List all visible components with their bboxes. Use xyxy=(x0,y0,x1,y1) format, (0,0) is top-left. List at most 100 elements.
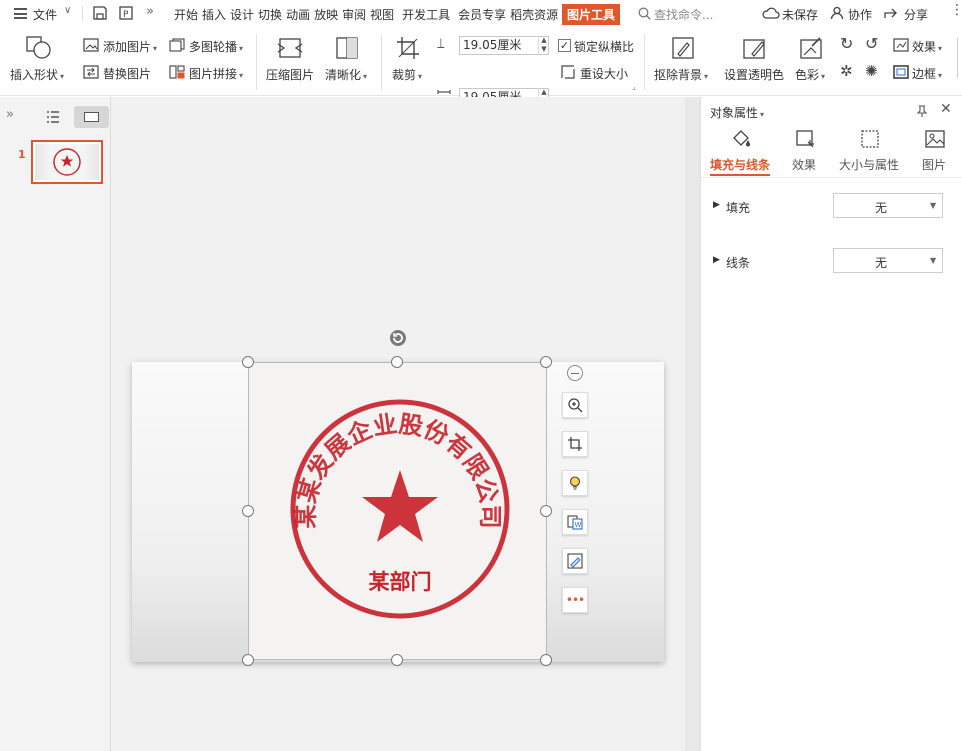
effects-icon[interactable] xyxy=(893,38,909,52)
color-button[interactable]: 色彩▾ xyxy=(795,66,825,83)
outline-view-icon[interactable] xyxy=(46,111,60,123)
resize-handle-right[interactable] xyxy=(540,505,552,517)
more-tools-button[interactable]: ••• xyxy=(562,587,588,613)
export-icon[interactable]: P xyxy=(118,5,134,21)
tab-effects[interactable]: 效果 xyxy=(792,156,816,173)
carousel-icon[interactable] xyxy=(169,38,185,52)
rotate-right-icon[interactable]: ↺ xyxy=(865,34,878,53)
crop-button[interactable]: 裁剪▾ xyxy=(392,66,422,83)
search-input[interactable]: 查找命令... xyxy=(654,6,713,23)
effects-button[interactable]: 效果▾ xyxy=(912,38,942,55)
add-image-button[interactable]: 添加图片▾ xyxy=(103,38,157,55)
set-transparent-button[interactable]: 设置透明色 xyxy=(724,66,784,83)
set-transparent-icon[interactable] xyxy=(742,36,766,60)
panel-title[interactable]: 对象属性▾ xyxy=(710,104,764,121)
image-to-word-button[interactable]: W xyxy=(562,509,588,535)
reset-size-button[interactable]: 重设大小 xyxy=(580,65,628,82)
multi-carousel-button[interactable]: 多图轮播▾ xyxy=(189,38,243,55)
tab-daoke[interactable]: 稻壳资源 xyxy=(510,6,558,23)
replace-image-icon[interactable] xyxy=(83,65,99,79)
image-stitch-button[interactable]: 图片拼接▾ xyxy=(189,65,243,82)
tab-insert[interactable]: 插入 xyxy=(202,6,226,23)
sharpen-button[interactable]: 清晰化▾ xyxy=(325,66,367,83)
tab-view[interactable]: 视图 xyxy=(370,6,394,23)
sharpen-icon[interactable] xyxy=(335,36,359,60)
remove-background-button[interactable]: 抠除背景▾ xyxy=(654,66,708,83)
tab-picture-tools[interactable]: 图片工具 xyxy=(562,4,620,25)
add-image-icon[interactable] xyxy=(83,38,99,52)
rotate-handle-icon[interactable] xyxy=(388,328,408,348)
file-menu[interactable]: 文件 xyxy=(33,6,57,23)
color-icon[interactable] xyxy=(799,36,823,60)
tab-fill-line[interactable]: 填充与线条 xyxy=(710,156,770,173)
editing-canvas[interactable]: 某某发展企业股份有限公司 某部门 xyxy=(111,97,685,751)
tab-start[interactable]: 开始 xyxy=(174,6,198,23)
expand-line-icon[interactable]: ▶ xyxy=(713,255,720,265)
tab-member[interactable]: 会员专享 xyxy=(458,6,506,23)
resize-handle-top-right[interactable] xyxy=(540,356,552,368)
height-input[interactable]: 19.05厘米 xyxy=(459,36,549,55)
height-stepper[interactable]: ▲▼ xyxy=(538,36,549,55)
crop-tool-button[interactable] xyxy=(562,431,588,457)
stitch-icon[interactable] xyxy=(169,65,185,79)
reset-size-icon[interactable] xyxy=(561,65,575,79)
compress-image-icon[interactable] xyxy=(277,36,303,60)
remove-background-icon[interactable] xyxy=(671,36,695,60)
lock-ratio-checkbox[interactable]: ✓ xyxy=(558,39,571,52)
resize-handle-bottom-left[interactable] xyxy=(242,654,254,666)
brightness-up-icon[interactable]: ✲ xyxy=(840,62,853,80)
tab-design[interactable]: 设计 xyxy=(230,6,254,23)
collapse-tools-icon[interactable] xyxy=(567,365,583,381)
search-icon[interactable] xyxy=(638,7,651,20)
unsaved-status[interactable]: 未保存 xyxy=(782,6,818,23)
zoom-image-button[interactable] xyxy=(562,392,588,418)
border-button[interactable]: 边框▾ xyxy=(912,65,942,82)
compress-image-button[interactable]: 压缩图片 xyxy=(266,66,314,83)
rotate-left-icon[interactable]: ↻ xyxy=(840,34,853,53)
more-tabs-icon[interactable]: » xyxy=(146,4,154,19)
resize-handle-top-left[interactable] xyxy=(242,356,254,368)
replace-image-button[interactable]: 替换图片 xyxy=(103,65,151,82)
crop-icon[interactable] xyxy=(396,36,420,60)
vertical-scrollbar[interactable] xyxy=(685,97,700,751)
tab-size-props[interactable]: 大小与属性 xyxy=(839,156,899,173)
collab-button[interactable]: 协作 xyxy=(848,6,872,23)
fill-label[interactable]: 填充 xyxy=(726,199,750,216)
effects-tab-icon[interactable] xyxy=(794,128,816,150)
fill-dropdown[interactable]: 无 ▼ xyxy=(833,193,943,218)
slide-thumbnail[interactable] xyxy=(31,140,103,184)
picture-tab-icon[interactable] xyxy=(924,128,946,150)
image-edit-button[interactable] xyxy=(562,548,588,574)
line-dropdown[interactable]: 无 ▼ xyxy=(833,248,943,273)
resize-handle-left[interactable] xyxy=(242,505,254,517)
resize-handle-top[interactable] xyxy=(391,356,403,368)
brightness-down-icon[interactable]: ✺ xyxy=(865,62,878,80)
insert-shape-button[interactable]: 插入形状▾ xyxy=(10,66,64,83)
save-icon[interactable] xyxy=(92,5,108,21)
fill-line-tab-icon[interactable] xyxy=(730,128,752,150)
tab-transition[interactable]: 切换 xyxy=(258,6,282,23)
share-button[interactable]: 分享 xyxy=(904,6,928,23)
size-props-tab-icon[interactable] xyxy=(859,128,881,150)
smart-tool-button[interactable] xyxy=(562,470,588,496)
lock-ratio-label[interactable]: 锁定纵横比 xyxy=(574,38,634,55)
expand-panel-icon[interactable]: » xyxy=(6,107,14,122)
resize-handle-bottom[interactable] xyxy=(391,654,403,666)
tab-slideshow[interactable]: 放映 xyxy=(314,6,338,23)
close-icon[interactable]: ✕ xyxy=(940,101,952,117)
size-dialog-launcher-icon[interactable]: ⌟ xyxy=(632,82,636,91)
more-options-icon[interactable]: ⋮ xyxy=(950,2,962,18)
expand-fill-icon[interactable]: ▶ xyxy=(713,200,720,210)
tab-review[interactable]: 审阅 xyxy=(342,6,366,23)
line-label[interactable]: 线条 xyxy=(726,254,750,271)
ribbon-overflow-icon[interactable] xyxy=(957,38,962,78)
stamp-image[interactable]: 某某发展企业股份有限公司 某部门 xyxy=(248,362,547,660)
hamburger-icon[interactable] xyxy=(14,8,27,19)
slide-view-tab[interactable] xyxy=(74,106,109,128)
border-icon[interactable] xyxy=(893,65,909,79)
tab-animation[interactable]: 动画 xyxy=(286,6,310,23)
chevron-down-icon[interactable]: ∨ xyxy=(64,5,71,16)
pin-icon[interactable] xyxy=(916,105,928,117)
tab-picture[interactable]: 图片 xyxy=(922,156,946,173)
tab-developer[interactable]: 开发工具 xyxy=(402,6,450,23)
